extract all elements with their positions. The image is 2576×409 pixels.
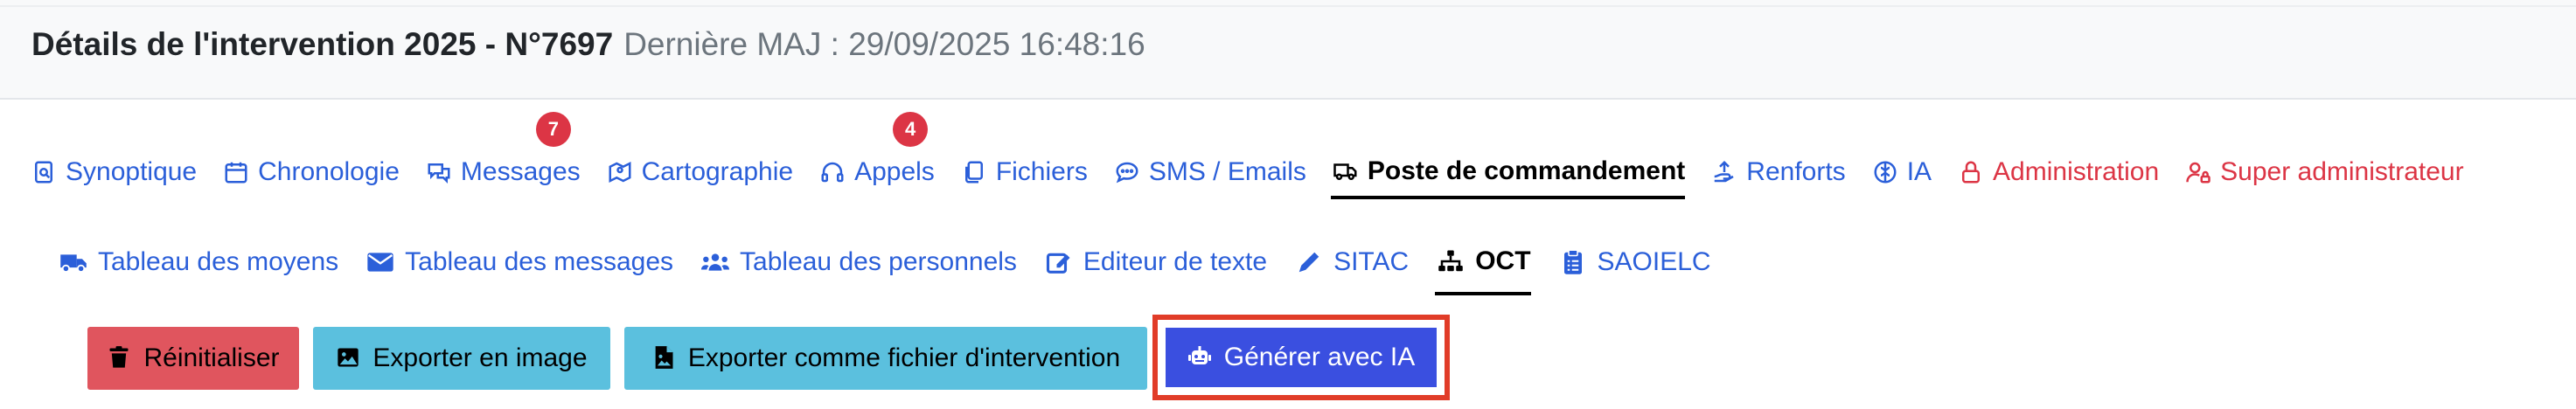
page-title: Détails de l'intervention 2025 - N°7697	[31, 26, 614, 62]
tab-poste-de-commandement[interactable]: Poste de commandement	[1330, 147, 1686, 199]
user-lock-icon	[2183, 157, 2213, 187]
map-icon	[605, 157, 635, 187]
subtab-label: Editeur de texte	[1083, 247, 1268, 276]
image-icon	[336, 345, 362, 371]
export-image-button-label: Exporter en image	[372, 343, 588, 372]
tab-label: Appels	[854, 157, 935, 186]
generate-ai-button[interactable]: Générer avec IA	[1163, 325, 1439, 390]
header-content: Détails de l'intervention 2025 - N°7697 …	[31, 26, 1145, 63]
tab-label: Renforts	[1746, 157, 1846, 186]
tab-super-administrateur[interactable]: Super administrateur	[2183, 147, 2464, 198]
subtab-editeur-de-texte[interactable]: Editeur de texte	[1043, 241, 1267, 283]
tab-fichiers[interactable]: Fichiers	[959, 147, 1088, 198]
export-file-button[interactable]: Exporter comme fichier d'intervention	[624, 327, 1147, 390]
tab-sms-emails[interactable]: SMS / Emails	[1112, 147, 1306, 198]
tab-label: Fichiers	[995, 157, 1088, 186]
truck-icon	[1331, 156, 1361, 186]
tab-renforts[interactable]: Renforts	[1709, 147, 1846, 198]
subtab-sitac[interactable]: SITAC	[1293, 241, 1409, 283]
sub-tabs: Tableau des moyens Tableau des messages …	[58, 241, 1737, 295]
tab-synoptique[interactable]: Synoptique	[29, 147, 197, 198]
tab-label: IA	[1906, 157, 1932, 186]
edit-icon	[1043, 247, 1075, 277]
tab-chronologie[interactable]: Chronologie	[221, 147, 400, 198]
lock-icon	[1956, 157, 1986, 187]
files-icon	[959, 157, 989, 187]
tab-label: SMS / Emails	[1148, 157, 1306, 186]
envelope-icon	[365, 247, 396, 277]
export-file-button-label: Exporter comme fichier d'intervention	[687, 343, 1121, 372]
file-image-icon	[651, 345, 678, 371]
tab-administration[interactable]: Administration	[1956, 147, 2159, 198]
subtab-label: Tableau des messages	[405, 247, 674, 276]
headset-icon	[818, 157, 847, 187]
subtab-oct[interactable]: OCT	[1435, 241, 1531, 295]
tab-ia[interactable]: IA	[1870, 147, 1932, 198]
users-icon	[700, 247, 731, 277]
tab-label: Administration	[1993, 157, 2160, 186]
truck-solid-icon	[58, 247, 89, 277]
clipboard-icon	[1557, 247, 1589, 277]
subtab-label: SAOIELC	[1597, 247, 1711, 276]
pen-icon	[1293, 247, 1325, 277]
subtab-tableau-des-moyens[interactable]: Tableau des moyens	[58, 241, 338, 283]
top-strip	[0, 0, 2576, 7]
subtab-tableau-des-personnels[interactable]: Tableau des personnels	[700, 241, 1017, 283]
chat-icon	[424, 157, 454, 187]
subtab-tableau-des-messages[interactable]: Tableau des messages	[365, 241, 673, 283]
tab-messages[interactable]: Messages 7	[424, 112, 581, 198]
export-image-button[interactable]: Exporter en image	[313, 327, 610, 390]
tab-label: Messages	[460, 157, 581, 186]
generate-ai-button-label: Générer avec IA	[1223, 343, 1416, 371]
brain-icon	[1870, 157, 1900, 187]
tab-appels[interactable]: Appels 4	[818, 112, 935, 198]
sitemap-icon	[1435, 246, 1466, 276]
reset-button[interactable]: Réinitialiser	[87, 327, 299, 390]
tab-cartographie[interactable]: Cartographie	[605, 147, 793, 198]
synoptic-icon	[29, 157, 59, 187]
subtab-label: Tableau des personnels	[740, 247, 1017, 276]
tab-label: Cartographie	[641, 157, 794, 186]
subtab-label: Tableau des moyens	[98, 247, 339, 276]
last-update: Dernière MAJ : 29/09/2025 16:48:16	[623, 26, 1145, 62]
tab-label: Super administrateur	[2220, 157, 2464, 186]
sms-icon	[1112, 157, 1142, 187]
tab-label: Chronologie	[258, 157, 400, 186]
tab-label: Synoptique	[66, 157, 198, 186]
robot-icon	[1187, 344, 1214, 371]
reinforcement-icon	[1709, 157, 1739, 187]
subtab-label: OCT	[1475, 246, 1531, 275]
tab-label: Poste de commandement	[1367, 156, 1686, 185]
subtab-label: SITAC	[1333, 247, 1410, 276]
calls-count-badge: 4	[893, 112, 929, 147]
trash-icon	[107, 345, 133, 371]
calendar-icon	[221, 157, 251, 187]
page-header: Détails de l'intervention 2025 - N°7697 …	[0, 7, 2576, 100]
messages-count-badge: 7	[535, 112, 571, 147]
subtab-saoielc[interactable]: SAOIELC	[1557, 241, 1711, 283]
main-tabs: Synoptique Chronologie Messages 7 Cartog…	[29, 112, 2489, 199]
reset-button-label: Réinitialiser	[143, 343, 280, 372]
